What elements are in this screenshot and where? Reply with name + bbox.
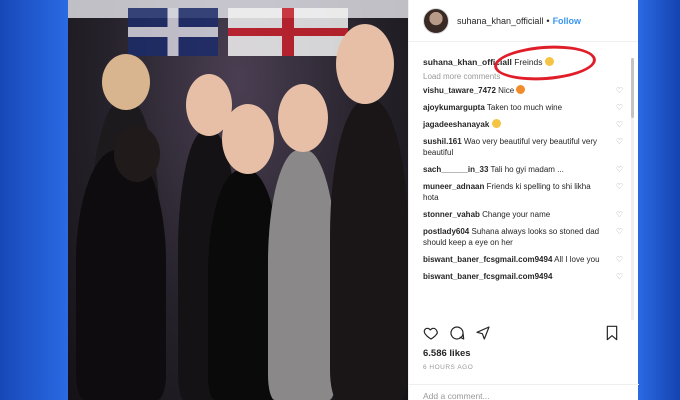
person: [330, 100, 408, 400]
person: [76, 150, 166, 400]
post-photo[interactable]: [68, 0, 408, 400]
comment-username[interactable]: ajoykumargupta: [423, 103, 485, 112]
comments-list: suhana_khan_officiall Freinds Load more …: [423, 54, 623, 288]
header-username[interactable]: suhana_khan_officiall: [457, 16, 543, 26]
action-bar: [423, 322, 629, 344]
bookmark-icon[interactable]: [605, 325, 619, 341]
comment-username[interactable]: biswant_baner_fcsgmail.com9494: [423, 255, 552, 264]
comment: postlady604 Suhana always looks so stone…: [423, 226, 623, 248]
comment-username[interactable]: biswant_baner_fcsgmail.com9494: [423, 272, 552, 281]
person-head: [278, 84, 328, 152]
shocked-emoji-icon: [491, 119, 501, 128]
comment: biswant_baner_fcsgmail.com9494 ♡: [423, 271, 623, 282]
comment: vishu_taware_7472 Nice ♡: [423, 85, 623, 96]
heart-icon[interactable]: ♡: [613, 254, 623, 265]
fire-emoji-icon: [516, 85, 526, 94]
post-header: suhana_khan_officiall • Follow: [409, 0, 638, 42]
comment: ajoykumargupta Taken too much wine ♡: [423, 102, 623, 113]
heart-icon[interactable]: ♡: [613, 164, 623, 175]
person-head: [222, 104, 274, 174]
comment-username[interactable]: postlady604: [423, 227, 469, 236]
heart-icon[interactable]: ♡: [613, 226, 623, 248]
flag-decoration: [128, 8, 218, 56]
separator: •: [546, 15, 550, 26]
comment: stonner_vahab Change your name ♡: [423, 209, 623, 220]
flag-decoration: [228, 8, 348, 56]
comment: biswant_baner_fcsgmail.com9494 All I lov…: [423, 254, 623, 265]
comment-username[interactable]: vishu_taware_7472: [423, 86, 496, 95]
add-comment-input[interactable]: Add a comment...: [409, 384, 639, 400]
comments-scrollbar[interactable]: [631, 58, 634, 320]
follow-button[interactable]: Follow: [553, 16, 582, 26]
heart-icon[interactable]: ♡: [613, 119, 623, 130]
comment: muneer_adnaan Friends ki spelling to shi…: [423, 181, 623, 203]
timestamp: 6 HOURS AGO: [423, 364, 474, 371]
comment-text: Change your name: [482, 210, 551, 219]
comment-text: All I love you: [554, 255, 600, 264]
person-head: [114, 126, 160, 182]
background-right: [638, 0, 680, 400]
heart-icon[interactable]: ♡: [613, 136, 623, 158]
comment: sushil.161 Wao very beautiful very beaut…: [423, 136, 623, 158]
background-left: [0, 0, 68, 400]
heart-icon[interactable]: ♡: [613, 271, 623, 282]
comment-text: Nice: [498, 86, 515, 95]
comment-username[interactable]: muneer_adnaan: [423, 182, 484, 191]
comment: jagadeeshanayak ♡: [423, 119, 623, 130]
person-head: [102, 54, 150, 110]
comment-icon[interactable]: [449, 325, 465, 341]
heart-icon[interactable]: ♡: [613, 102, 623, 113]
comment-username[interactable]: sushil.161: [423, 137, 462, 146]
heart-icon[interactable]: [423, 325, 439, 341]
heart-icon[interactable]: ♡: [613, 85, 623, 96]
scrollbar-thumb[interactable]: [631, 58, 634, 118]
likes-count[interactable]: 6.586 likes: [423, 348, 471, 359]
heart-icon[interactable]: ♡: [613, 181, 623, 203]
share-icon[interactable]: [475, 325, 491, 341]
comment-text: Taken too much wine: [486, 103, 563, 112]
heart-icon[interactable]: ♡: [613, 209, 623, 220]
comment-username[interactable]: sach______in_33: [423, 165, 488, 174]
person-head: [336, 24, 394, 104]
comment: sach______in_33 Tali ho gyi madam ... ♡: [423, 164, 623, 175]
avatar[interactable]: [423, 7, 449, 34]
person: [268, 150, 336, 400]
comment-username[interactable]: stonner_vahab: [423, 210, 480, 219]
comment-username[interactable]: jagadeeshanayak: [423, 120, 489, 129]
comment-text: Tali ho gyi madam ...: [490, 165, 564, 174]
